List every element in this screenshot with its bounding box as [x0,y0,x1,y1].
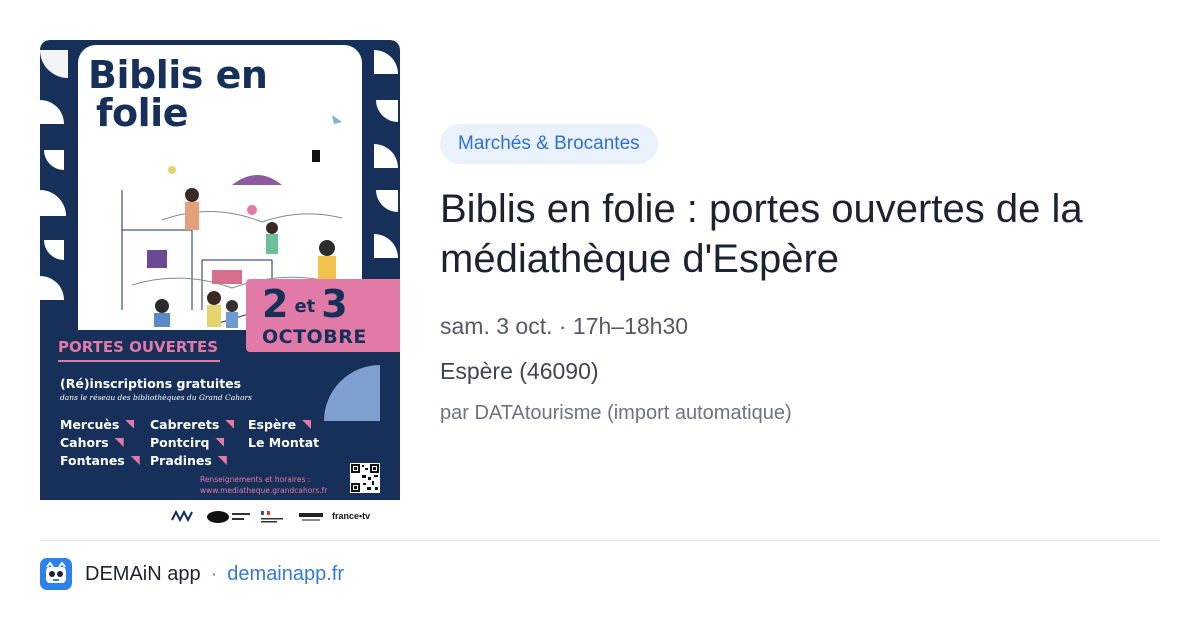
agglo-logo-icon [171,510,193,522]
date-days: 2 et 3 [262,284,348,327]
event-datetime: sam. 3 oct. · 17h–18h30 [440,313,689,339]
portes-ouvertes-label: PORTES OUVERTES [58,338,219,356]
date-et: et [294,295,316,317]
poster-title-line1: Biblis en [88,53,268,97]
town-item: Cabrerets [150,417,248,432]
info-url: www.mediatheque.grandcahors.fr [200,486,328,495]
lecture-logo-icon [207,511,250,523]
ministere-logo-icon [261,510,283,523]
triangle-icon [130,456,140,465]
category-badge[interactable]: Marchés & Brocantes [440,124,658,164]
event-location: Espère (46090) [440,358,599,384]
reinscriptions-subtext: dans le réseau des bibliothèques du Gran… [60,393,252,402]
footer: DEMAiN app · demainapp.fr [40,558,344,590]
qr-code-icon [350,463,380,493]
triangle-icon [302,420,312,429]
app-name[interactable]: DEMAiN app [85,563,201,586]
app-logo-icon[interactable] [40,558,72,590]
date-day1: 2 [262,282,289,326]
france-tv-logo: france•tv [332,511,371,521]
event-poster-image[interactable]: Biblis en folie 2 et 3 OCTOBRE PORTES OU… [40,40,400,530]
town-item: Pontcirq [150,435,248,450]
town-item: Mercuès [60,417,150,432]
app-url-link[interactable]: demainapp.fr [227,563,344,586]
triangle-icon [125,420,135,429]
event-card[interactable]: Biblis en folie 2 et 3 OCTOBRE PORTES OU… [0,0,1200,540]
town-item: Le Montat [248,435,320,450]
triangle-icon [114,438,124,447]
triangle-icon [215,438,225,447]
phenix-logo-icon [299,513,323,521]
event-source: par DATAtourisme (import automatique) [440,402,792,424]
towns-list: Mercuès Cabrerets Espère Cahors Pontcirq… [60,417,360,468]
town-item: Cahors [60,435,150,450]
info-label: Renseignements et horaires : [200,475,311,484]
portes-ouvertes-underline [58,360,220,362]
triangle-icon [225,420,235,429]
footer-separator: · [210,562,218,585]
triangle-icon [217,456,227,465]
partner-logos: france•tv [40,500,400,530]
footer-divider [40,540,1160,541]
poster-background: Biblis en folie 2 et 3 OCTOBRE PORTES OU… [40,40,400,500]
quarter-circle-shape [324,365,380,421]
town-item: Pradines [150,453,248,468]
app-logo-glyph [46,561,66,583]
date-month: OCTOBRE [262,326,367,348]
town-item: Fontanes [60,453,150,468]
event-title[interactable]: Biblis en folie : portes ouvertes de la … [440,184,1160,284]
date-day2: 3 [321,282,348,326]
town-item: Espère [248,417,338,432]
reinscriptions-text: (Ré)inscriptions gratuites [60,376,242,391]
